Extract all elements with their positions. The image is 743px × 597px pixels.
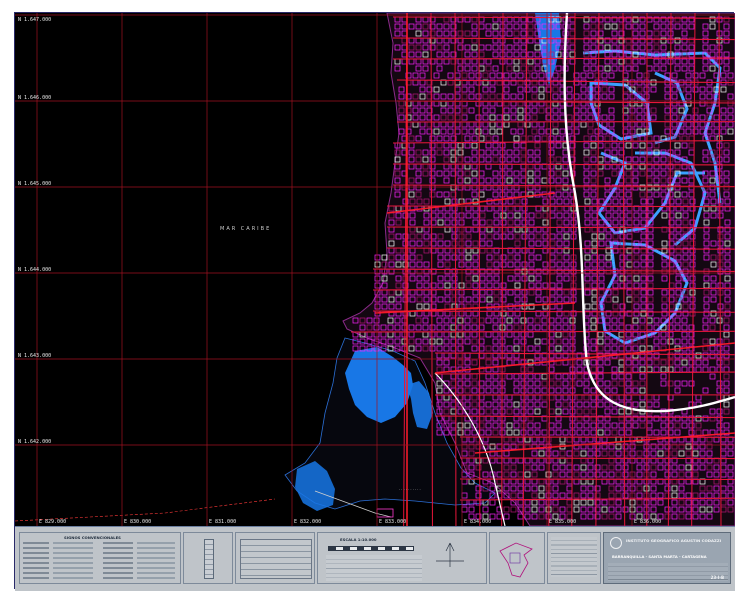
notes-panel [547,532,601,584]
legend-symbol [23,577,49,580]
data-table-panel [235,532,315,584]
legend-row [23,547,179,550]
legend-symbol [23,567,49,570]
sheet-title: BARRANQUILLA - SANTA MARTA - CARTAGENA [612,555,707,559]
map-canvas[interactable]: · · · · · · · · · · E 829.000 E 830.000 E … [15,13,735,526]
easting-label: E 830.000 [124,519,151,525]
scale-label: ESCALA 1:10.000 [340,537,377,542]
northing-label: N 1.646.000 [18,95,51,101]
legend-text-line [53,542,93,545]
legend-row [23,577,179,580]
easting-label: E 835.000 [549,519,576,525]
index-map-panel [489,532,545,584]
legend-row [23,562,179,565]
legend-header: SIGNOS CONVENCIONALES [64,535,121,540]
northing-label: N 1.643.000 [18,353,51,359]
legend-symbol [103,552,133,555]
northing-label: N 1.642.000 [18,439,51,445]
title-block: SIGNOS CONVENCIONALES ESCALA 1:10.000 IN… [15,526,735,591]
legend-symbol [103,572,133,575]
easting-label: E 831.000 [209,519,236,525]
symbol-column [204,539,214,579]
legend-symbol [103,562,133,565]
legend-symbols-panel [183,532,233,584]
legend-symbol [103,567,133,570]
legend-text-line [137,552,175,555]
north-diagram [430,541,470,569]
legend-text-line [137,557,175,560]
street [459,457,735,460]
legend-panel: SIGNOS CONVENCIONALES [19,532,181,584]
sea-label: MAR CARIBE [220,226,271,232]
northing-label: N 1.647.000 [18,17,51,23]
legend-row [23,542,179,545]
institution-seal-icon [610,537,622,549]
legend-text-line [137,542,175,545]
scale-bar [328,546,414,551]
legend-symbol [23,552,49,555]
legend-text-line [53,557,93,560]
legend-symbol [103,577,133,580]
legend-text-line [137,562,175,565]
scale-notes [326,555,422,581]
data-table [240,539,312,579]
legend-row [23,567,179,570]
legend-symbol [23,572,49,575]
legend-symbol [23,562,49,565]
legend-symbol [103,542,133,545]
pier-label: · · · · · · · · · · [399,488,421,492]
legend-text-line [53,547,93,550]
legend-text-line [53,552,93,555]
legend-text-line [53,567,93,570]
legend-symbol [103,547,133,550]
easting-label: E 834.000 [464,519,491,525]
northing-label: N 1.644.000 [18,267,51,273]
legend-text-line [53,562,93,565]
legend-row [23,557,179,560]
scale-panel: ESCALA 1:10.000 [317,532,487,584]
legend-symbol [23,547,49,550]
index-map [499,542,533,578]
legend-text-line [137,547,175,550]
institution-name: INSTITUTO GEOGRAFICO AGUSTIN CODAZZI [626,538,722,543]
map-drawing: · · · · · · · · · · E 829.000 E 830.000 E … [15,13,735,526]
sheet-number: 23-I-B [710,575,724,580]
legend-row [23,552,179,555]
legend-row [23,572,179,575]
northing-label: N 1.645.000 [18,181,51,187]
legend-symbol [103,557,133,560]
legend-rows [23,542,179,582]
notes-text [551,537,597,577]
legend-symbol [23,557,49,560]
easting-label: E 832.000 [294,519,321,525]
street [350,330,735,333]
legend-text-line [53,577,93,580]
legend-text-line [137,577,175,580]
legend-text-line [137,567,175,570]
easting-label: E 836.000 [634,519,661,525]
legend-text-line [53,572,93,575]
legend-text-line [137,572,175,575]
easting-label: E 833.000 [379,519,406,525]
sheet-title-panel: INSTITUTO GEOGRAFICO AGUSTIN CODAZZI BAR… [603,532,731,584]
legend-symbol [23,542,49,545]
easting-label: E 829.000 [39,519,66,525]
map-sheet-frame: · · · · · · · · · · E 829.000 E 830.000 E … [14,12,735,591]
